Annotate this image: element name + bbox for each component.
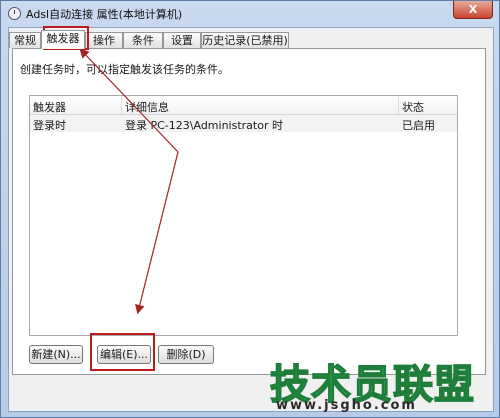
watermark-url: www.jsgho.com: [276, 398, 417, 413]
edit-highlight-box: [90, 333, 155, 371]
column-header-status[interactable]: 状态: [402, 99, 424, 115]
triggers-list[interactable]: 触发器 详细信息 状态 登录时 登录 PC-123\Administrator …: [29, 95, 458, 336]
tab-general[interactable]: 常规: [9, 32, 41, 48]
tab-actions[interactable]: 操作: [85, 32, 123, 48]
row-details-cell: 登录 PC-123\Administrator 时: [125, 119, 283, 132]
title-bar[interactable]: Adsl自动连接 属性(本地计算机) X: [1, 1, 499, 27]
trigger-description: 创建任务时，可以指定触发该任务的条件。: [20, 63, 229, 76]
window-title: Adsl自动连接 属性(本地计算机): [26, 8, 183, 21]
column-divider[interactable]: [398, 96, 399, 114]
column-header-details[interactable]: 详细信息: [125, 99, 169, 115]
table-row[interactable]: 登录时 登录 PC-123\Administrator 时 已启用: [30, 115, 457, 132]
column-divider[interactable]: [121, 96, 122, 114]
delete-button[interactable]: 删除(D): [158, 345, 214, 364]
list-header: 触发器 详细信息 状态: [30, 96, 457, 115]
row-status-cell: 已启用: [402, 119, 435, 132]
new-button[interactable]: 新建(N)...: [29, 345, 83, 364]
tab-history[interactable]: 历史记录(已禁用): [201, 32, 289, 48]
clock-icon: [8, 7, 21, 20]
close-button[interactable]: X: [453, 1, 493, 19]
column-header-trigger[interactable]: 触发器: [33, 99, 66, 115]
row-trigger-cell: 登录时: [33, 119, 66, 132]
tab-settings[interactable]: 设置: [163, 32, 201, 48]
tab-triggers[interactable]: 触发器: [41, 30, 85, 49]
site-watermark: 技术员联盟 www.jsgho.com: [268, 352, 493, 413]
tab-conditions[interactable]: 条件: [123, 32, 163, 48]
